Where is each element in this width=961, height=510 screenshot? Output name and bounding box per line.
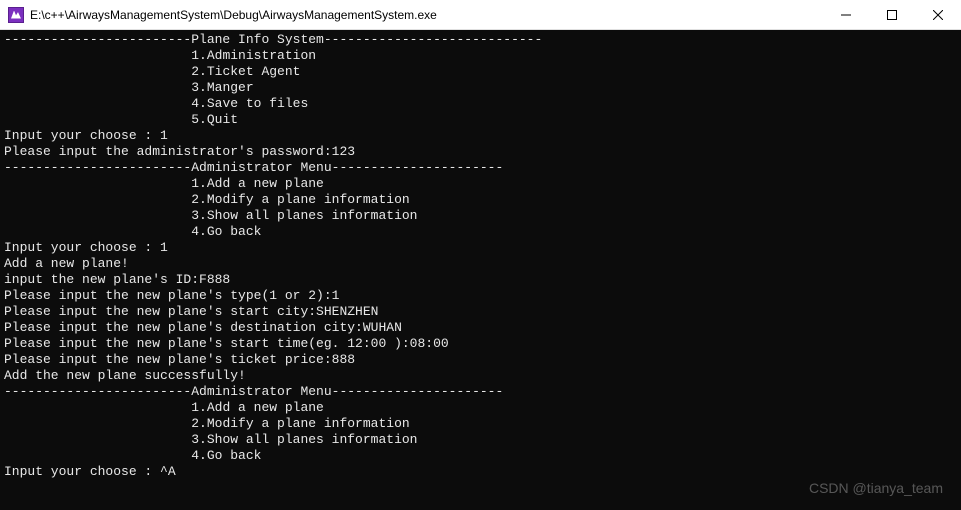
window-titlebar: E:\c++\AirwaysManagementSystem\Debug\Air… (0, 0, 961, 30)
dest-city-prompt: Please input the new plane's destination… (4, 320, 402, 335)
menu-indent (4, 432, 191, 447)
input-choose-line: Input your choose : 1 (4, 128, 168, 143)
admin-menu-header: ------------------------Administrator Me… (4, 384, 503, 399)
menu-indent (4, 48, 191, 63)
minimize-button[interactable] (823, 0, 869, 30)
admin-menu-item: 1.Add a new plane (191, 176, 324, 191)
console-output[interactable]: ------------------------Plane Info Syste… (0, 30, 961, 510)
menu-indent (4, 192, 191, 207)
window-title: E:\c++\AirwaysManagementSystem\Debug\Air… (30, 8, 823, 22)
menu-indent (4, 416, 191, 431)
password-prompt: Please input the administrator's passwor… (4, 144, 355, 159)
menu-item: 5.Quit (191, 112, 238, 127)
admin-menu-item: 1.Add a new plane (191, 400, 324, 415)
menu-item: 3.Manger (191, 80, 253, 95)
window-controls (823, 0, 961, 29)
admin-menu-item: 2.Modify a plane information (191, 192, 409, 207)
input-choose-line: Input your choose : ^A (4, 464, 176, 479)
admin-menu-item: 3.Show all planes information (191, 208, 417, 223)
success-message: Add the new plane successfully! (4, 368, 246, 383)
watermark: CSDN @tianya_team (809, 480, 943, 496)
input-choose-line: Input your choose : 1 (4, 240, 168, 255)
menu-indent (4, 208, 191, 223)
start-time-prompt: Please input the new plane's start time(… (4, 336, 449, 351)
menu-item: 4.Save to files (191, 96, 308, 111)
menu-indent (4, 400, 191, 415)
main-menu-header: ------------------------Plane Info Syste… (4, 32, 542, 47)
plane-type-prompt: Please input the new plane's type(1 or 2… (4, 288, 339, 303)
maximize-button[interactable] (869, 0, 915, 30)
menu-indent (4, 80, 191, 95)
close-button[interactable] (915, 0, 961, 30)
add-plane-message: Add a new plane! (4, 256, 129, 271)
menu-indent (4, 64, 191, 79)
start-city-prompt: Please input the new plane's start city:… (4, 304, 378, 319)
menu-indent (4, 96, 191, 111)
plane-id-prompt: input the new plane's ID:F888 (4, 272, 230, 287)
menu-indent (4, 176, 191, 191)
admin-menu-item: 3.Show all planes information (191, 432, 417, 447)
admin-menu-item: 4.Go back (191, 224, 261, 239)
admin-menu-item: 2.Modify a plane information (191, 416, 409, 431)
menu-indent (4, 448, 191, 463)
admin-menu-item: 4.Go back (191, 448, 261, 463)
menu-item: 1.Administration (191, 48, 316, 63)
ticket-price-prompt: Please input the new plane's ticket pric… (4, 352, 355, 367)
menu-indent (4, 112, 191, 127)
admin-menu-header: ------------------------Administrator Me… (4, 160, 503, 175)
menu-indent (4, 224, 191, 239)
app-icon (8, 7, 24, 23)
menu-item: 2.Ticket Agent (191, 64, 300, 79)
